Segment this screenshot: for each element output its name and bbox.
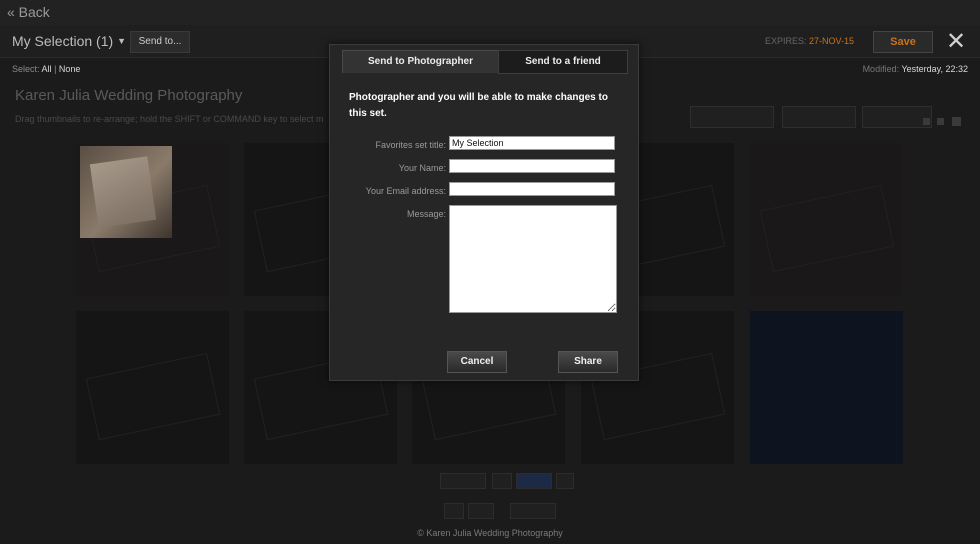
message-label: Message: bbox=[406, 209, 446, 219]
back-link[interactable]: « Back bbox=[7, 4, 50, 20]
modified-value: Yesterday, 22:32 bbox=[901, 64, 968, 74]
your-name-input[interactable] bbox=[449, 159, 615, 173]
your-name-label: Your Name: bbox=[398, 163, 446, 173]
dialog-tabs: Send to Photographer Send to a friend bbox=[342, 50, 628, 74]
favorites-title-label: Favorites set title: bbox=[375, 140, 446, 150]
send-dialog: Send to Photographer Send to a friend Ph… bbox=[329, 44, 639, 381]
dialog-intro-text: Photographer and you will be able to mak… bbox=[349, 92, 608, 119]
email-label: Your Email address: bbox=[365, 186, 446, 196]
modified-label: Modified: bbox=[862, 64, 900, 74]
like-button[interactable] bbox=[516, 473, 552, 489]
select-controls: Select: All | None bbox=[12, 64, 80, 74]
select-none-link[interactable]: None bbox=[59, 64, 81, 74]
expires-label: EXPIRES: bbox=[765, 36, 807, 46]
view-option-button[interactable] bbox=[782, 106, 856, 128]
footer-copyright: © Karen Julia Wedding Photography bbox=[417, 528, 563, 538]
count-badge bbox=[492, 473, 512, 489]
grid-medium-icon[interactable] bbox=[937, 118, 944, 125]
save-button[interactable]: Save bbox=[873, 31, 933, 53]
expires-info: EXPIRES: 27-NOV-15 bbox=[765, 36, 854, 46]
pager-row bbox=[440, 503, 570, 519]
page-button[interactable] bbox=[510, 503, 556, 519]
modified-info: Modified: Yesterday, 22:32 bbox=[863, 64, 968, 74]
tab-send-to-photographer[interactable]: Send to Photographer bbox=[342, 50, 499, 73]
gallery-hint: Drag thumbnails to re-arrange; hold the … bbox=[15, 114, 324, 124]
view-option-button[interactable] bbox=[862, 106, 932, 128]
thumbnail[interactable] bbox=[750, 143, 903, 296]
next-page-button[interactable] bbox=[468, 503, 494, 519]
share-button[interactable]: Share bbox=[558, 351, 618, 373]
selection-title-label: My Selection (1) bbox=[12, 33, 114, 49]
thumbnail[interactable] bbox=[76, 311, 229, 464]
tweet-button[interactable] bbox=[440, 473, 486, 489]
email-input[interactable] bbox=[449, 182, 615, 196]
select-label: Select: bbox=[12, 64, 40, 74]
selection-title[interactable]: My Selection (1) ▼ bbox=[12, 33, 126, 49]
expires-date: 27-NOV-15 bbox=[809, 36, 855, 46]
view-option-button[interactable] bbox=[690, 106, 774, 128]
prev-page-button[interactable] bbox=[444, 503, 464, 519]
select-separator: | bbox=[54, 64, 57, 74]
select-all-link[interactable]: All bbox=[42, 64, 52, 74]
thumbnail[interactable] bbox=[750, 311, 903, 464]
close-icon[interactable]: ✕ bbox=[946, 27, 966, 56]
message-textarea[interactable] bbox=[449, 205, 617, 313]
chevron-down-icon: ▼ bbox=[117, 36, 127, 46]
cancel-button[interactable]: Cancel bbox=[447, 351, 507, 373]
grid-small-icon[interactable] bbox=[923, 118, 930, 125]
grid-large-icon[interactable] bbox=[952, 117, 961, 126]
gallery-title: Karen Julia Wedding Photography bbox=[15, 87, 243, 104]
selected-thumbnail[interactable] bbox=[80, 146, 172, 238]
favorites-title-input[interactable] bbox=[449, 136, 615, 150]
top-bar: « Back bbox=[0, 0, 980, 25]
social-share-row bbox=[440, 473, 574, 489]
send-to-button[interactable]: Send to... bbox=[130, 31, 190, 53]
tab-send-to-friend[interactable]: Send to a friend bbox=[498, 50, 628, 74]
photo-content bbox=[89, 156, 157, 228]
count-badge bbox=[556, 473, 574, 489]
